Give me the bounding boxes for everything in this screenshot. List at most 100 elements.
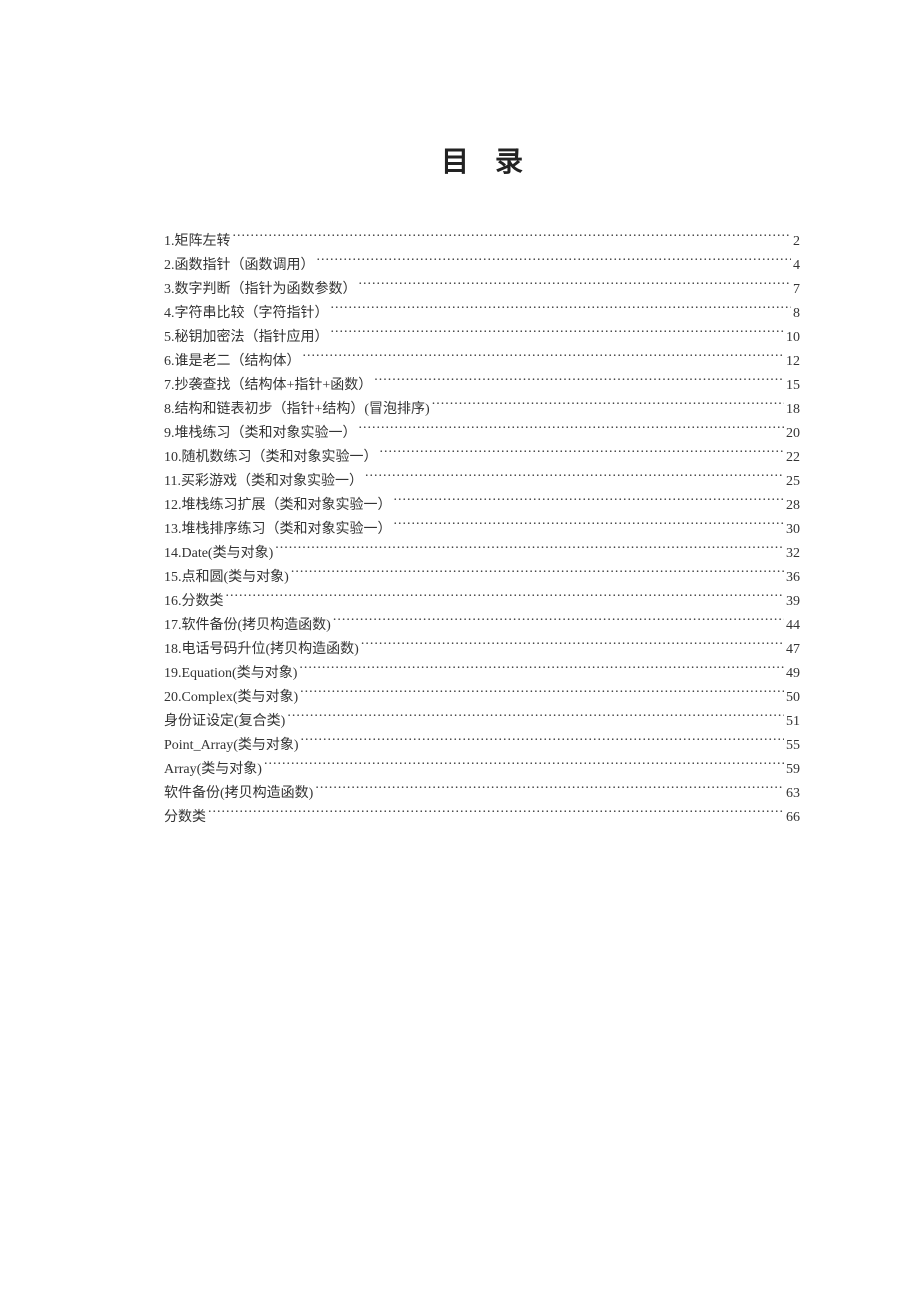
- toc-leader-dots: [226, 591, 785, 605]
- toc-entry: 4.字符串比较（字符指针） 8: [164, 302, 800, 326]
- toc-entry-label: 1.矩阵左转: [164, 230, 233, 254]
- toc-entry-page: 15: [784, 374, 800, 398]
- toc-leader-dots: [365, 471, 784, 485]
- toc-entry: 6.谁是老二（结构体） 12: [164, 350, 800, 374]
- toc-entry-label: 15.点和圆(类与对象): [164, 566, 291, 590]
- toc-entry-label: 身份证设定(复合类): [164, 710, 287, 734]
- toc-entry-page: 55: [784, 734, 800, 758]
- toc-leader-dots: [394, 495, 785, 509]
- toc-entry-label: 8.结构和链表初步（指针+结构）(冒泡排序): [164, 398, 432, 422]
- toc-leader-dots: [394, 519, 785, 533]
- toc-entry-label: 6.谁是老二（结构体）: [164, 350, 303, 374]
- toc-leader-dots: [315, 783, 784, 797]
- toc-entry-page: 22: [784, 446, 800, 470]
- toc-leader-dots: [317, 255, 792, 269]
- toc-entry-label: 5.秘钥加密法（指针应用）: [164, 326, 331, 350]
- toc-entry: 13.堆栈排序练习（类和对象实验一） 30: [164, 518, 800, 542]
- toc-entry-label: 分数类: [164, 806, 208, 830]
- toc-entry: 15.点和圆(类与对象) 36: [164, 566, 800, 590]
- toc-entry-page: 50: [784, 686, 800, 710]
- toc-entry-label: 7.抄袭查找（结构体+指针+函数）: [164, 374, 374, 398]
- toc-list: 1.矩阵左转 2 2.函数指针（函数调用） 43.数字判断（指针为函数参数）74.字符…: [164, 230, 800, 830]
- toc-entry-page: 39: [784, 590, 800, 614]
- toc-entry: 分数类 66: [164, 806, 800, 830]
- toc-entry: 8.结构和链表初步（指针+结构）(冒泡排序) 18: [164, 398, 800, 422]
- toc-leader-dots: [299, 663, 784, 677]
- toc-entry-label: 17.软件备份(拷贝构造函数): [164, 614, 333, 638]
- toc-entry: 软件备份(拷贝构造函数) 63: [164, 782, 800, 806]
- toc-entry: 9.堆栈练习（类和对象实验一） 20: [164, 422, 800, 446]
- toc-entry: 1.矩阵左转 2: [164, 230, 800, 254]
- toc-entry: 16.分数类 39: [164, 590, 800, 614]
- toc-entry-page: 18: [784, 398, 800, 422]
- toc-entry: 18.电话号码升位(拷贝构造函数) 47: [164, 638, 800, 662]
- toc-entry: 11.买彩游戏（类和对象实验一） 25: [164, 470, 800, 494]
- toc-leader-dots: [233, 231, 792, 245]
- toc-entry-label: 19.Equation(类与对象): [164, 662, 299, 686]
- toc-entry: 19.Equation(类与对象) 49: [164, 662, 800, 686]
- toc-leader-dots: [331, 303, 792, 317]
- toc-entry-page: 28: [784, 494, 800, 518]
- toc-entry-page: 51: [784, 710, 800, 734]
- toc-entry: 10.随机数练习（类和对象实验一） 22: [164, 446, 800, 470]
- toc-leader-dots: [359, 423, 785, 437]
- toc-entry: 14.Date(类与对象)32: [164, 542, 800, 566]
- toc-leader-dots: [300, 687, 784, 701]
- toc-entry-page: 7: [791, 278, 800, 302]
- toc-entry: 20.Complex(类与对象) 50: [164, 686, 800, 710]
- toc-leader-dots: [331, 327, 785, 341]
- toc-entry-page: 2: [791, 230, 800, 254]
- toc-entry-page: 25: [784, 470, 800, 494]
- toc-entry-page: 47: [784, 638, 800, 662]
- toc-entry-label: 13.堆栈排序练习（类和对象实验一）: [164, 518, 394, 542]
- toc-leader-dots: [361, 639, 784, 653]
- toc-entry-page: 12: [784, 350, 800, 374]
- toc-leader-dots: [303, 351, 785, 365]
- toc-leader-dots: [301, 735, 784, 749]
- toc-entry-label: 12.堆栈练习扩展（类和对象实验一）: [164, 494, 394, 518]
- toc-entry-label: 20.Complex(类与对象): [164, 686, 300, 710]
- toc-entry: 5.秘钥加密法（指针应用） 10: [164, 326, 800, 350]
- toc-entry-page: 30: [784, 518, 800, 542]
- toc-entry-label: 14.Date(类与对象): [164, 542, 275, 566]
- toc-entry-page: 59: [784, 758, 800, 782]
- toc-entry-label: 10.随机数练习（类和对象实验一）: [164, 446, 380, 470]
- toc-leader-dots: [333, 615, 784, 629]
- toc-entry-label: 16.分数类: [164, 590, 226, 614]
- toc-entry: 身份证设定(复合类) 51: [164, 710, 800, 734]
- toc-entry-label: 18.电话号码升位(拷贝构造函数): [164, 638, 361, 662]
- toc-entry: Point_Array(类与对象) 55: [164, 734, 800, 758]
- toc-entry-label: 软件备份(拷贝构造函数): [164, 782, 315, 806]
- toc-entry-page: 49: [784, 662, 800, 686]
- toc-entry: 3.数字判断（指针为函数参数）7: [164, 278, 800, 302]
- toc-entry-page: 10: [784, 326, 800, 350]
- toc-leader-dots: [264, 759, 784, 773]
- toc-leader-dots: [275, 543, 784, 557]
- toc-entry-page: 8: [791, 302, 800, 326]
- toc-entry-label: 4.字符串比较（字符指针）: [164, 302, 331, 326]
- toc-entry: 7.抄袭查找（结构体+指针+函数） 15: [164, 374, 800, 398]
- toc-entry-page: 66: [784, 806, 800, 830]
- toc-leader-dots: [380, 447, 785, 461]
- toc-leader-dots: [359, 279, 792, 293]
- toc-entry-label: 11.买彩游戏（类和对象实验一）: [164, 470, 365, 494]
- toc-entry: 12.堆栈练习扩展（类和对象实验一） 28: [164, 494, 800, 518]
- toc-entry-page: 36: [784, 566, 800, 590]
- toc-leader-dots: [374, 375, 784, 389]
- toc-entry-page: 4: [791, 254, 800, 278]
- toc-leader-dots: [291, 567, 784, 581]
- toc-entry-label: Point_Array(类与对象): [164, 734, 301, 758]
- toc-entry-page: 20: [784, 422, 800, 446]
- toc-leader-dots: [432, 399, 784, 413]
- toc-entry: 2.函数指针（函数调用） 4: [164, 254, 800, 278]
- toc-entry: 17.软件备份(拷贝构造函数) 44: [164, 614, 800, 638]
- toc-entry-page: 44: [784, 614, 800, 638]
- toc-entry-page: 63: [784, 782, 800, 806]
- toc-entry: Array(类与对象) 59: [164, 758, 800, 782]
- toc-entry-label: Array(类与对象): [164, 758, 264, 782]
- toc-leader-dots: [208, 807, 784, 821]
- toc-entry-label: 2.函数指针（函数调用）: [164, 254, 317, 278]
- toc-entry-label: 9.堆栈练习（类和对象实验一）: [164, 422, 359, 446]
- toc-title: 目录: [164, 140, 800, 180]
- document-page: 目录 1.矩阵左转22.函数指针（函数调用）43.数字判断（指针为函数参数）74…: [0, 0, 920, 1302]
